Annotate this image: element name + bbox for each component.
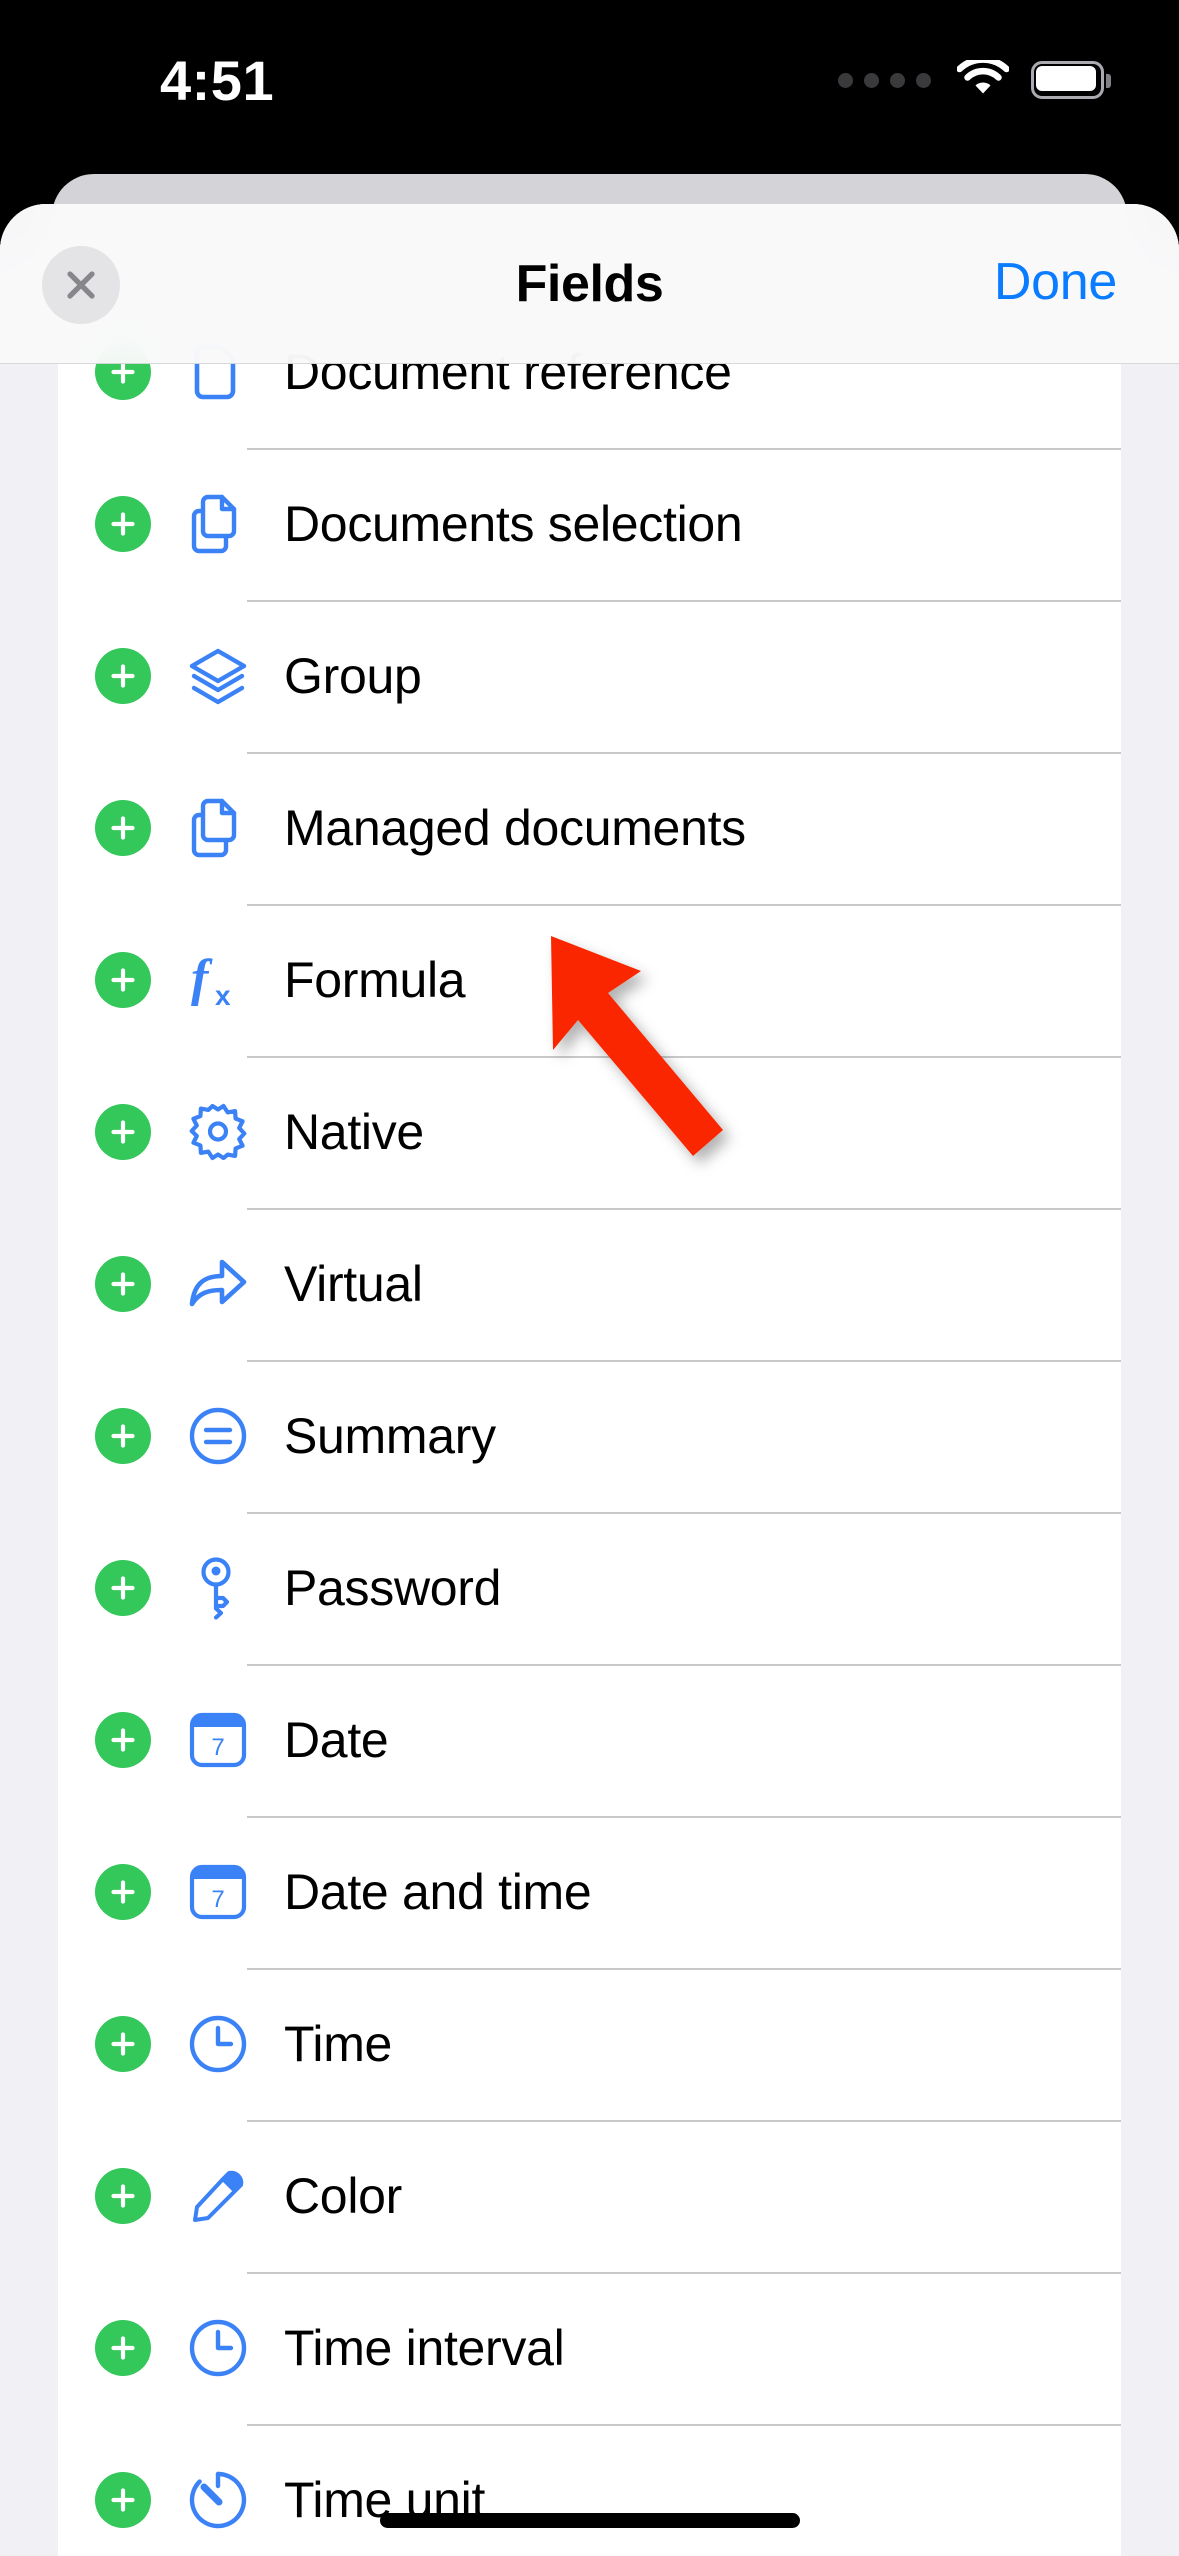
add-field-button[interactable] — [95, 1864, 151, 1920]
list-item-label: Documents selection — [284, 496, 743, 552]
row-separator — [247, 2272, 1121, 2274]
list-item-label: Date and time — [284, 1864, 592, 1920]
list-item[interactable]: Summary — [58, 1360, 1121, 1512]
list-item[interactable]: Password — [58, 1512, 1121, 1664]
function-fx-icon: f x — [185, 947, 251, 1013]
list-item-label: Color — [284, 2168, 402, 2224]
list-item-label: Group — [284, 648, 422, 704]
list-item[interactable]: Time interval — [58, 2272, 1121, 2424]
list-item[interactable]: Time unit — [58, 2424, 1121, 2556]
row-separator — [247, 1968, 1121, 1970]
list-item-label: Summary — [284, 1408, 496, 1464]
add-field-button[interactable] — [95, 952, 151, 1008]
list-item[interactable]: 7 Date and time — [58, 1816, 1121, 1968]
row-separator — [247, 752, 1121, 754]
status-bar-indicators — [838, 56, 1111, 100]
list-item-label: Password — [284, 1560, 502, 1616]
eyedropper-icon — [185, 2163, 251, 2229]
list-item[interactable]: f x Formula — [58, 904, 1121, 1056]
list-item-label: Formula — [284, 952, 466, 1008]
fields-sheet: Document reference Documents selection G… — [0, 204, 1179, 2556]
list-item[interactable]: Color — [58, 2120, 1121, 2272]
add-field-button[interactable] — [95, 2320, 151, 2376]
cellular-dots-icon — [838, 72, 931, 88]
list-item-label: Date — [284, 1712, 389, 1768]
list-item[interactable]: Documents selection — [58, 448, 1121, 600]
list-item[interactable]: Time — [58, 1968, 1121, 2120]
phone-screen: 4:51 Document reference Documents select… — [0, 0, 1179, 2556]
equals-circle-icon — [185, 1403, 251, 1469]
row-separator — [247, 448, 1121, 450]
sheet-header: Fields Done — [0, 204, 1179, 364]
list-item-label: Native — [284, 1104, 424, 1160]
add-field-button[interactable] — [95, 2168, 151, 2224]
status-bar: 4:51 — [0, 0, 1179, 170]
row-separator — [247, 1512, 1121, 1514]
list-item-label: Time — [284, 2016, 393, 2072]
key-icon — [185, 1555, 251, 1621]
share-arrow-icon — [185, 1251, 251, 1317]
stopwatch-icon — [185, 2467, 251, 2533]
list-item[interactable]: 7 Date — [58, 1664, 1121, 1816]
svg-text:7: 7 — [211, 1886, 224, 1913]
list-item[interactable]: Virtual — [58, 1208, 1121, 1360]
list-item-label: Time interval — [284, 2320, 565, 2376]
list-item-label: Managed documents — [284, 800, 746, 856]
add-field-button[interactable] — [95, 648, 151, 704]
add-field-button[interactable] — [95, 1408, 151, 1464]
home-indicator[interactable] — [379, 2513, 800, 2528]
done-button[interactable]: Done — [994, 252, 1117, 312]
row-separator — [247, 1360, 1121, 1362]
calendar-icon: 7 — [185, 1707, 251, 1773]
row-separator — [247, 2120, 1121, 2122]
layers-icon — [185, 643, 251, 709]
list-item[interactable]: Managed documents — [58, 752, 1121, 904]
fields-list[interactable]: Document reference Documents selection G… — [0, 204, 1179, 2556]
documents-stack-icon — [185, 795, 251, 861]
add-field-button[interactable] — [95, 1560, 151, 1616]
battery-full-icon — [1031, 61, 1111, 99]
add-field-button[interactable] — [95, 496, 151, 552]
clock-icon — [185, 2011, 251, 2077]
add-field-button[interactable] — [95, 800, 151, 856]
add-field-button[interactable] — [95, 1104, 151, 1160]
row-separator — [247, 1056, 1121, 1058]
row-separator — [247, 1816, 1121, 1818]
row-separator — [247, 1208, 1121, 1210]
add-field-button[interactable] — [95, 1256, 151, 1312]
svg-text:x: x — [215, 980, 231, 1011]
clock-icon — [185, 2315, 251, 2381]
add-field-button[interactable] — [95, 2016, 151, 2072]
svg-text:f: f — [191, 950, 213, 1007]
row-separator — [247, 1664, 1121, 1666]
row-separator — [247, 904, 1121, 906]
list-item[interactable]: Group — [58, 600, 1121, 752]
row-separator — [247, 600, 1121, 602]
wifi-icon — [956, 56, 1010, 100]
add-field-button[interactable] — [95, 1712, 151, 1768]
list-item[interactable]: Native — [58, 1056, 1121, 1208]
documents-stack-icon — [185, 491, 251, 557]
row-separator — [247, 2424, 1121, 2426]
list-item-label: Virtual — [284, 1256, 423, 1312]
gear-icon — [185, 1099, 251, 1165]
add-field-button[interactable] — [95, 2472, 151, 2528]
svg-text:7: 7 — [211, 1734, 224, 1761]
status-bar-time: 4:51 — [160, 49, 275, 112]
calendar-icon: 7 — [185, 1859, 251, 1925]
